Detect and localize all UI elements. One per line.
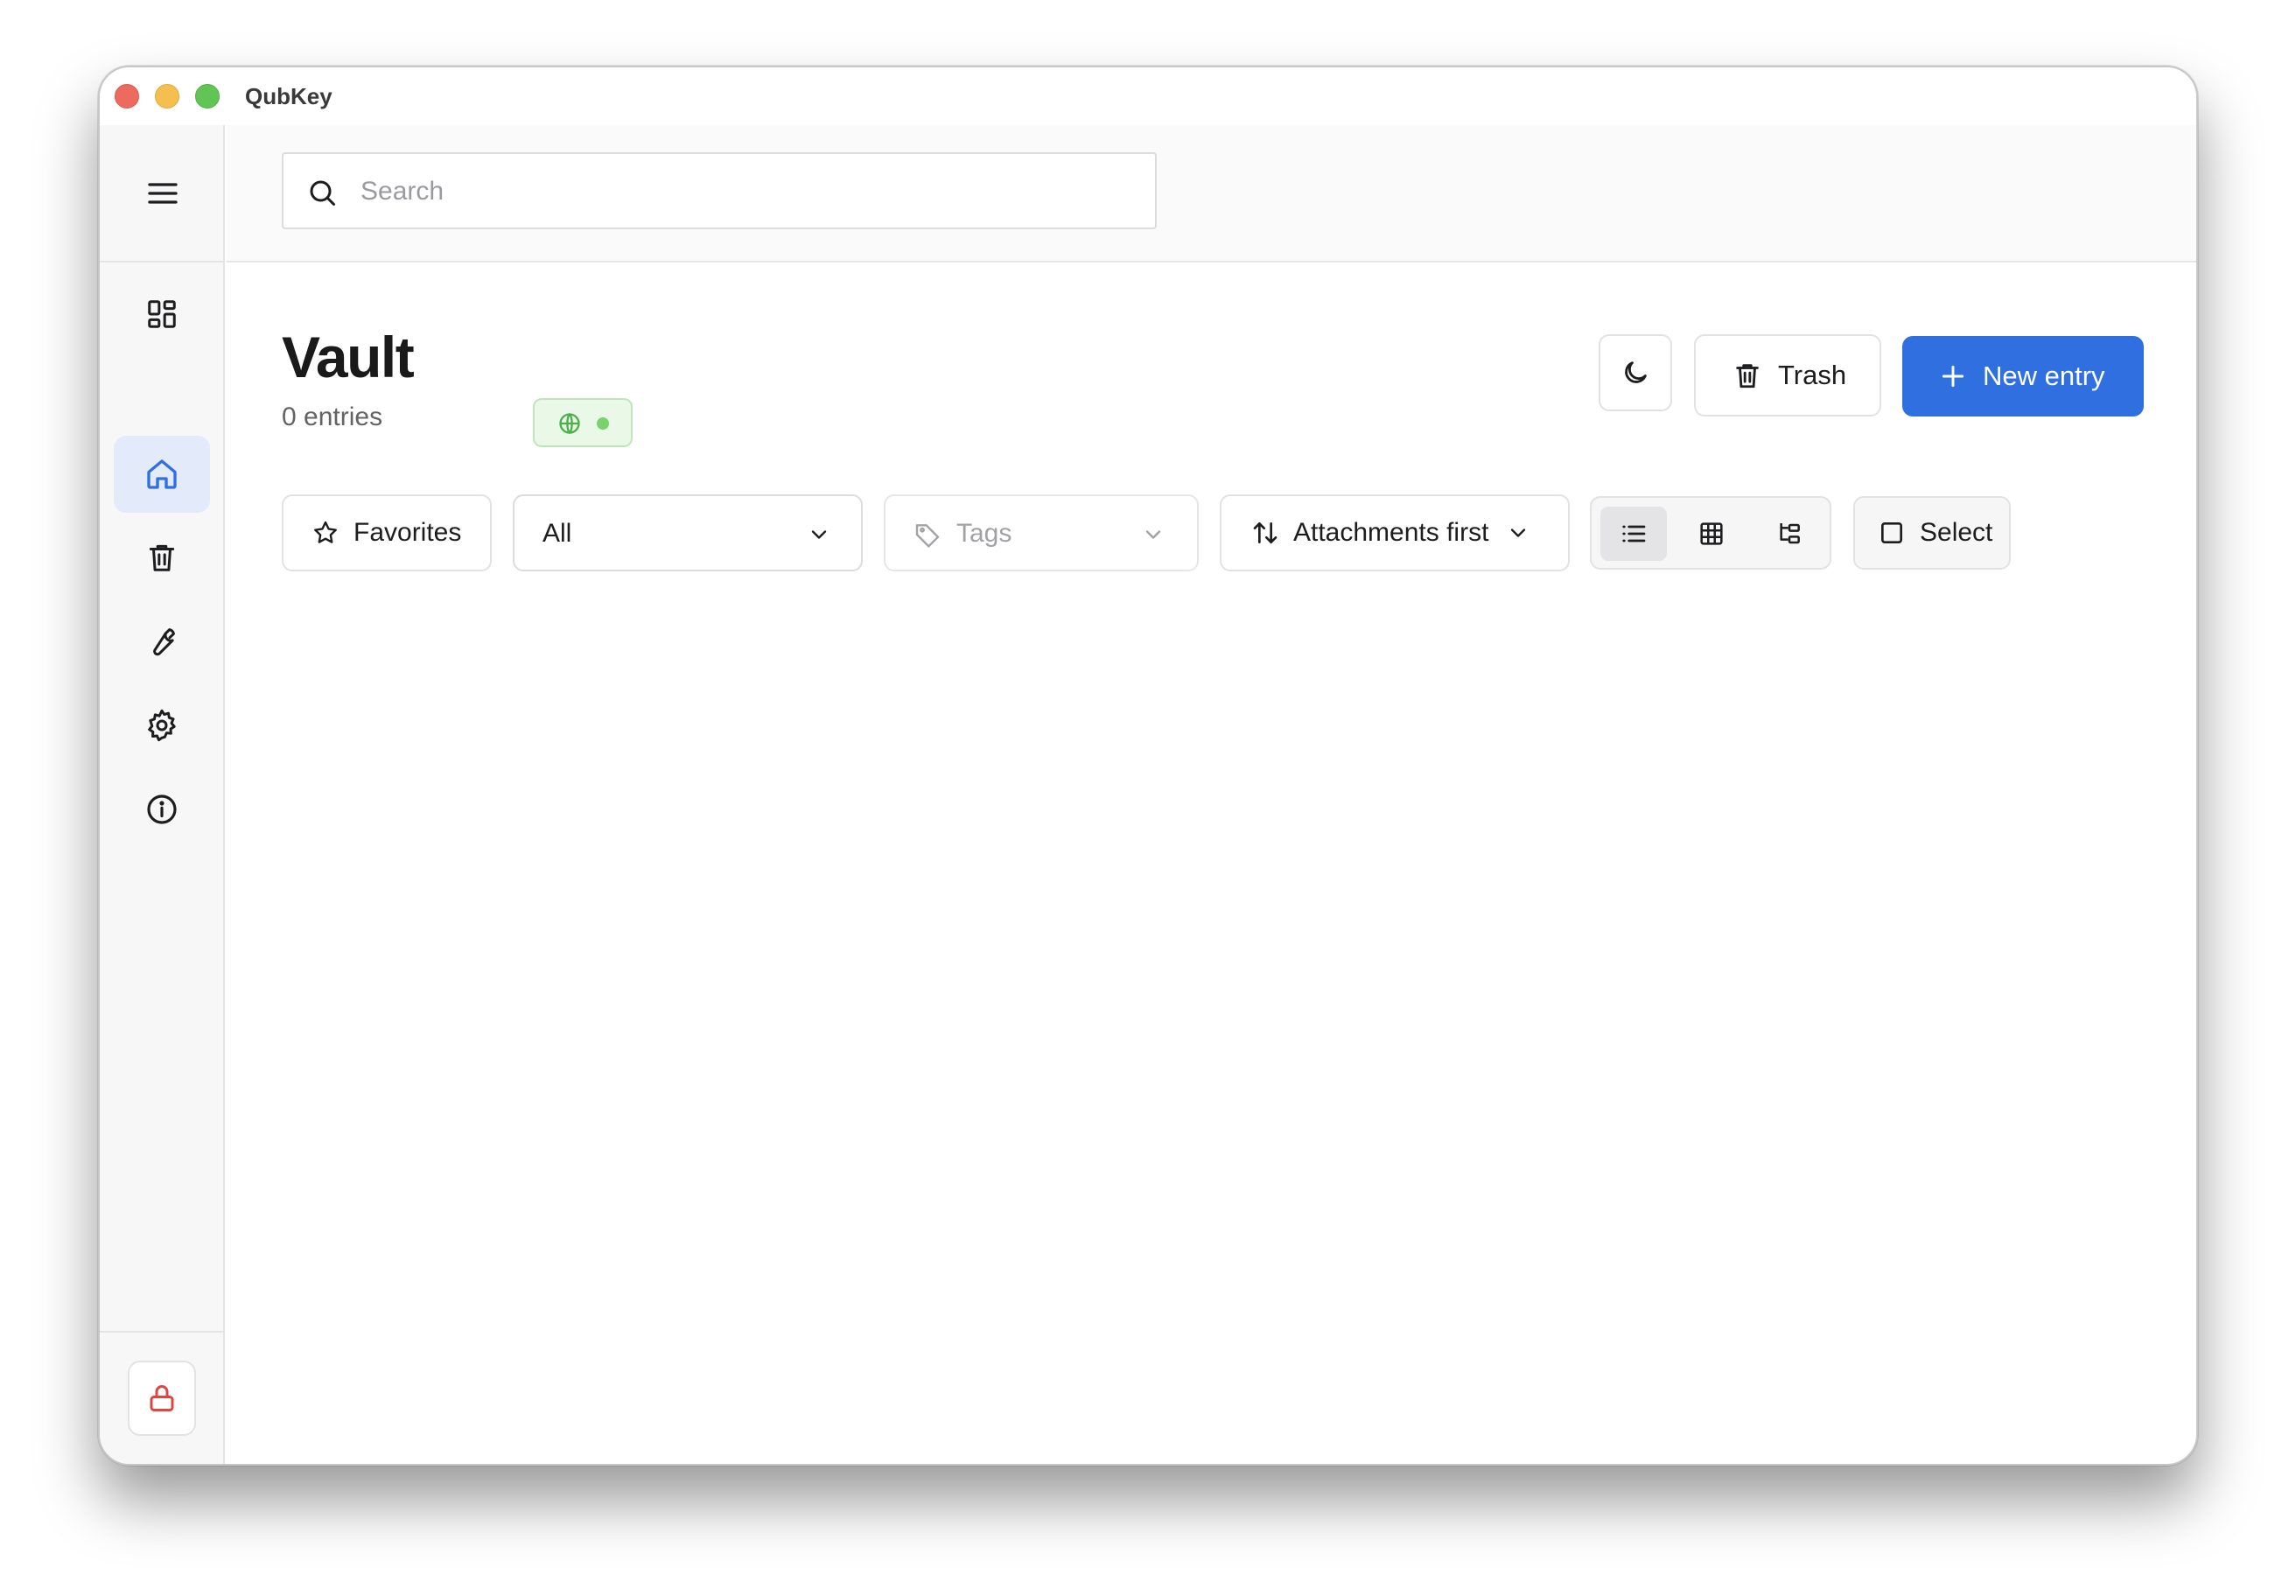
- grid-view-button[interactable]: [1678, 507, 1745, 561]
- maximize-window-button[interactable]: [195, 84, 220, 108]
- sort-arrows-icon: [1253, 522, 1278, 543]
- minimize-window-button[interactable]: [155, 84, 179, 108]
- type-filter-select[interactable]: All: [513, 494, 863, 571]
- select-label: Select: [1920, 518, 1993, 547]
- favorites-filter-button[interactable]: Favorites: [282, 494, 492, 571]
- connection-status-badge: [533, 398, 633, 447]
- lock-vault-button[interactable]: [128, 1361, 196, 1436]
- trash-button-label: Trash: [1778, 360, 1847, 390]
- home-icon: [147, 459, 177, 489]
- entries-list-empty: [227, 610, 2196, 1464]
- chevron-down-icon: [1511, 528, 1526, 537]
- chevron-down-icon: [1145, 530, 1161, 539]
- tags-placeholder: Tags: [956, 519, 1012, 548]
- new-entry-label: New entry: [1983, 360, 2105, 391]
- close-window-button[interactable]: [115, 84, 139, 108]
- tags-filter-select[interactable]: Tags: [884, 494, 1199, 571]
- plus-icon: [1942, 365, 1964, 388]
- chevron-down-icon: [811, 530, 827, 539]
- search-box[interactable]: [282, 152, 1157, 229]
- sort-value: Attachments first: [1293, 518, 1489, 547]
- sidebar-item-home[interactable]: [114, 436, 210, 513]
- entry-count: 0 entries: [282, 402, 383, 431]
- sidebar-footer: [100, 1331, 225, 1464]
- page-title: Vault: [282, 325, 415, 389]
- app-title: QubKey: [245, 83, 332, 109]
- wrench-icon: [153, 628, 175, 656]
- favorites-label: Favorites: [354, 518, 462, 547]
- sidebar-item-trash[interactable]: [114, 519, 210, 596]
- new-entry-button[interactable]: New entry: [1902, 336, 2144, 416]
- theme-toggle-button[interactable]: [1599, 334, 1672, 411]
- sidebar: [100, 125, 225, 1464]
- hamburger-icon: [147, 182, 178, 204]
- info-icon: [147, 794, 177, 824]
- star-icon: [314, 521, 337, 543]
- menu-button[interactable]: [100, 125, 225, 262]
- select-mode-button[interactable]: Select: [1853, 496, 2011, 570]
- grid-icon: [1700, 522, 1723, 545]
- tree-icon: [1780, 523, 1800, 544]
- sidebar-item-dashboard[interactable]: [114, 276, 210, 353]
- type-filter-value: All: [542, 519, 572, 548]
- search-input[interactable]: [360, 166, 1130, 217]
- checkbox-icon: [1881, 522, 1902, 543]
- globe-icon: [559, 412, 580, 435]
- sidebar-item-about[interactable]: [114, 771, 210, 848]
- gear-icon: [148, 709, 176, 742]
- top-bar: [227, 125, 2196, 326]
- title-bar: QubKey: [100, 67, 2196, 125]
- list-icon: [1622, 525, 1646, 542]
- status-dot: [597, 417, 609, 430]
- dashboard-icon: [148, 300, 176, 328]
- search-icon: [310, 180, 335, 206]
- list-view-button[interactable]: [1600, 507, 1667, 561]
- lock-icon: [150, 1385, 174, 1411]
- tree-view-button[interactable]: [1756, 507, 1823, 561]
- trash-icon: [149, 544, 175, 571]
- app-window: QubKey Search Vault 0 entries Trash New …: [98, 66, 2198, 1466]
- view-mode-toggle: [1590, 496, 1831, 570]
- trash-icon: [1736, 364, 1759, 388]
- trash-button[interactable]: Trash: [1694, 334, 1881, 416]
- sort-select[interactable]: Attachments first: [1220, 494, 1570, 571]
- sidebar-item-tools[interactable]: [114, 603, 210, 680]
- sidebar-item-settings[interactable]: [114, 687, 210, 764]
- tag-icon: [915, 524, 940, 548]
- moon-icon: [1625, 361, 1647, 383]
